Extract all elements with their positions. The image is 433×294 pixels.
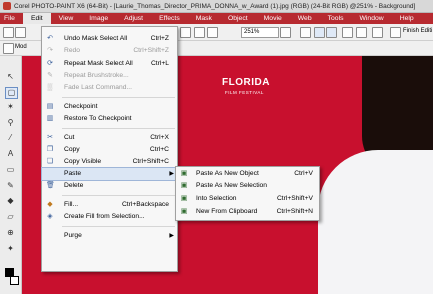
menu-image[interactable]: Image: [81, 13, 116, 24]
mask-overlay-icon[interactable]: [326, 27, 337, 38]
menu-edit[interactable]: Edit: [22, 13, 51, 24]
background-color-swatch[interactable]: [10, 276, 19, 285]
photo-shirt: [318, 150, 433, 294]
menu-movie[interactable]: Movie: [256, 13, 290, 24]
copy-visible-icon: ❏: [46, 158, 54, 165]
transform-icon[interactable]: [180, 27, 191, 38]
menu-item-repeat[interactable]: ⟳ Repeat Mask Select All Ctrl+L: [42, 58, 177, 70]
mask-mode-icon[interactable]: [314, 27, 325, 38]
undo-icon: ↶: [47, 35, 53, 42]
mode-icon[interactable]: [3, 43, 14, 54]
new-document-icon[interactable]: [3, 27, 14, 38]
new-from-clipboard-icon: ▣: [180, 208, 188, 215]
edit-menu: ↶ Undo Mask Select All Ctrl+Z ↷ Redo Ctr…: [41, 26, 178, 272]
menu-item-fill[interactable]: ◆ Fill... Ctrl+Backspace: [42, 199, 177, 211]
zoom-icon[interactable]: [280, 27, 291, 38]
resample-icon[interactable]: [207, 27, 218, 38]
menu-file[interactable]: File: [0, 13, 23, 24]
menu-item-copy[interactable]: ❐ Copy Ctrl+C: [42, 144, 177, 156]
menu-item-undo[interactable]: ↶ Undo Mask Select All Ctrl+Z: [42, 33, 177, 45]
brush-icon: ✎: [47, 72, 53, 79]
crop-icon[interactable]: [194, 27, 205, 38]
open-folder-icon[interactable]: [15, 27, 26, 38]
paste-into-icon: ▣: [180, 195, 188, 202]
mask-tool-icon[interactable]: ▢: [5, 87, 18, 99]
options-icon[interactable]: [372, 27, 383, 38]
menu-item-create-fill[interactable]: ◈ Create Fill from Selection...: [42, 211, 177, 223]
mode-label: Mod: [15, 44, 27, 50]
menu-separator: [62, 128, 175, 129]
submenu-item-into-selection[interactable]: ▣ Into Selection Ctrl+Shift+V: [176, 193, 319, 205]
effect-tool-icon[interactable]: ✦: [5, 244, 16, 254]
toolbox: ↖ ▢ ✶ ⚲ ⁄ A ▭ ✎ ◆ ▱ ⊕ ✦: [0, 56, 22, 294]
zoom-level-select[interactable]: 251%: [241, 27, 279, 38]
festival-logo-subtitle: FILM FESTIVAL: [225, 90, 264, 95]
eraser-icon[interactable]: ▱: [5, 212, 16, 222]
clone-tool-icon[interactable]: ⊕: [5, 228, 16, 238]
finish-editing-label[interactable]: Finish Editi: [403, 28, 432, 34]
app-icon: [3, 2, 11, 10]
eyedropper-icon[interactable]: ⁄: [5, 133, 16, 143]
menu-help[interactable]: Help: [392, 13, 422, 24]
menu-item-repeat-brushstroke[interactable]: ✎ Repeat Brushstroke...: [42, 70, 177, 82]
menu-item-copy-visible[interactable]: ❏ Copy Visible Ctrl+Shift+C: [42, 156, 177, 168]
submenu-item-paste-new-object[interactable]: ▣ Paste As New Object Ctrl+V: [176, 168, 319, 180]
menu-effects[interactable]: Effects: [151, 13, 188, 24]
title-bar: Corel PHOTO-PAINT X6 (64-Bit) - [Laurie_…: [0, 0, 433, 13]
menu-item-fade-last[interactable]: ▒ Fade Last Command...: [42, 82, 177, 94]
fill-tool-icon[interactable]: ◆: [5, 196, 16, 206]
scissors-icon: ✂: [47, 134, 53, 141]
submenu-arrow-icon: ▶: [169, 171, 174, 177]
menu-mask[interactable]: Mask: [188, 13, 220, 24]
redo-icon: ↷: [47, 47, 53, 54]
menu-separator: [62, 226, 175, 227]
submenu-arrow-icon: ▶: [169, 233, 174, 239]
restore-icon: ▥: [46, 115, 54, 122]
menu-separator: [62, 97, 175, 98]
paste-submenu: ▣ Paste As New Object Ctrl+V ▣ Paste As …: [175, 166, 320, 221]
menu-item-checkpoint[interactable]: ▤ Checkpoint: [42, 101, 177, 113]
grid-icon[interactable]: [356, 27, 367, 38]
repeat-icon: ⟳: [47, 60, 53, 67]
copy-icon: ❐: [46, 146, 54, 153]
menu-item-purge[interactable]: Purge ▶: [42, 230, 177, 242]
paste-object-icon: ▣: [180, 170, 188, 177]
menu-view[interactable]: View: [51, 13, 82, 24]
create-fill-icon: ◈: [47, 213, 53, 220]
window-title: Corel PHOTO-PAINT X6 (64-Bit) - [Laurie_…: [14, 2, 416, 10]
menu-item-cut[interactable]: ✂ Cut Ctrl+X: [42, 132, 177, 144]
finish-editing-icon[interactable]: [390, 27, 401, 38]
menu-web[interactable]: Web: [290, 13, 320, 24]
menu-item-delete[interactable]: 🗑 Delete: [42, 180, 177, 192]
fade-icon: ▒: [47, 84, 53, 91]
shape-tool-icon[interactable]: ▭: [5, 165, 16, 175]
pin-icon[interactable]: [300, 27, 311, 38]
menu-tools[interactable]: Tools: [320, 13, 352, 24]
paste-selection-icon: ▣: [180, 182, 188, 189]
paint-tool-icon[interactable]: ✎: [5, 181, 16, 191]
menu-object[interactable]: Object: [220, 13, 256, 24]
trash-icon: 🗑: [46, 182, 55, 189]
fill-icon: ◆: [47, 201, 53, 208]
pick-tool-icon[interactable]: ↖: [5, 72, 16, 82]
menu-item-paste[interactable]: Paste ▶: [41, 167, 178, 181]
checkpoint-icon: ▤: [46, 103, 54, 110]
submenu-item-paste-new-selection[interactable]: ▣ Paste As New Selection: [176, 180, 319, 192]
festival-logo-title: FLORIDA: [222, 77, 270, 88]
menu-separator: [62, 195, 175, 196]
snap-icon[interactable]: [342, 27, 353, 38]
menu-item-restore-checkpoint[interactable]: ▥ Restore To Checkpoint: [42, 113, 177, 125]
submenu-item-new-from-clipboard[interactable]: ▣ New From Clipboard Ctrl+Shift+N: [176, 206, 319, 218]
zoom-tool-icon[interactable]: ⚲: [5, 118, 16, 128]
menu-bar: File Edit View Image Adjust Effects Mask…: [0, 13, 433, 24]
menu-item-redo[interactable]: ↷ Redo Ctrl+Shift+Z: [42, 45, 177, 57]
text-tool-icon[interactable]: A: [5, 149, 16, 159]
menu-adjust[interactable]: Adjust: [116, 13, 151, 24]
magic-wand-icon[interactable]: ✶: [5, 102, 16, 112]
menu-window[interactable]: Window: [352, 13, 392, 24]
